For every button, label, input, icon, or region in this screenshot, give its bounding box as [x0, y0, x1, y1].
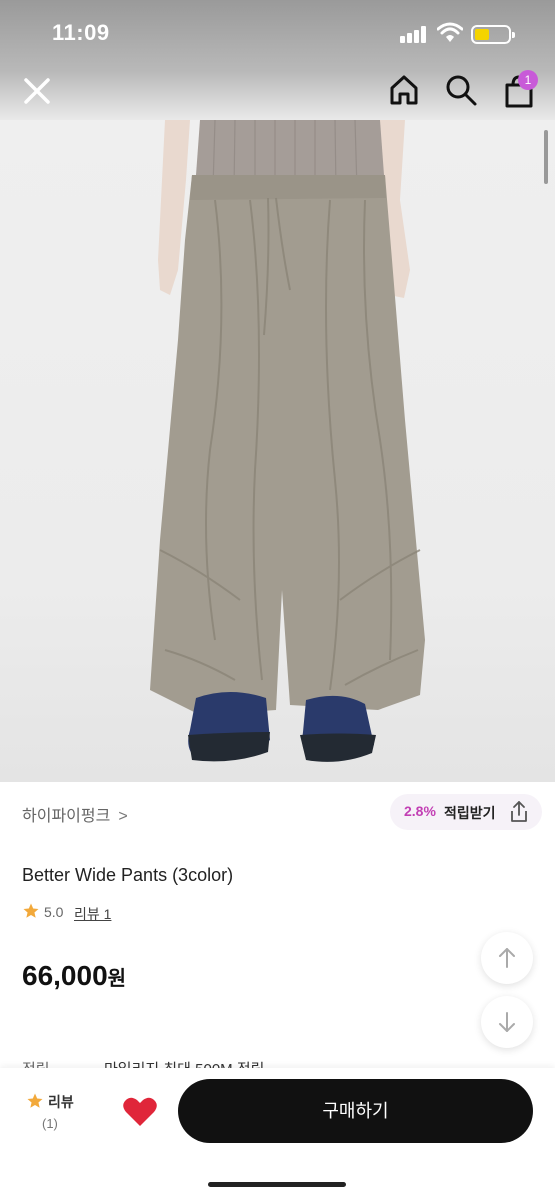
close-icon[interactable]	[20, 74, 54, 108]
share-icon[interactable]	[508, 800, 530, 824]
review-label: 리뷰	[48, 1094, 74, 1110]
status-bar: 11:09	[0, 14, 555, 54]
arrow-down-icon	[499, 1012, 515, 1032]
product-info: 하이파이펑크 > 2.8% 적립받기 Better Wide Pants (3co…	[0, 782, 555, 1072]
star-icon	[23, 903, 39, 918]
heart-icon[interactable]	[120, 1092, 160, 1132]
buy-button[interactable]: 구매하기	[178, 1079, 533, 1143]
status-time: 11:09	[52, 20, 110, 45]
cart-count-badge: 1	[518, 70, 538, 90]
app-screen: 11:09 1 하이파이펑크 > 2.8% 적립받기 Better Wide P…	[0, 0, 555, 1200]
reward-rate: 2.8%	[404, 803, 436, 819]
rating-score: 5.0	[44, 904, 64, 920]
reward-button[interactable]: 2.8% 적립받기	[390, 794, 542, 830]
wifi-icon	[437, 22, 463, 42]
arrow-up-icon	[499, 948, 515, 968]
battery-icon	[471, 25, 515, 44]
price-value: 66,000	[22, 960, 108, 991]
star-icon	[27, 1093, 43, 1108]
product-image[interactable]	[0, 120, 555, 782]
scroll-bottom-button[interactable]	[481, 996, 533, 1048]
review-count: (1)	[42, 1116, 58, 1131]
header-bar: 11:09 1	[0, 0, 555, 120]
review-button[interactable]: 리뷰 (1)	[16, 1088, 86, 1138]
brand-link[interactable]: 하이파이펑크 >	[22, 802, 128, 826]
search-icon[interactable]	[444, 73, 478, 107]
brand-name: 하이파이펑크	[22, 808, 111, 825]
image-scroll-indicator	[544, 130, 548, 184]
reward-label: 적립받기	[444, 805, 496, 821]
review-link[interactable]: 리뷰 1	[74, 904, 111, 924]
price-unit: 원	[107, 968, 127, 990]
product-price: 66,000원	[22, 960, 126, 992]
bottom-action-bar: 리뷰 (1) 구매하기	[0, 1068, 555, 1200]
product-photo-illustration	[150, 120, 425, 762]
scroll-top-button[interactable]	[481, 932, 533, 984]
home-indicator	[208, 1182, 346, 1187]
product-title: Better Wide Pants (3color)	[22, 865, 234, 885]
chevron-right-icon: >	[118, 808, 128, 825]
home-icon[interactable]	[386, 72, 422, 108]
